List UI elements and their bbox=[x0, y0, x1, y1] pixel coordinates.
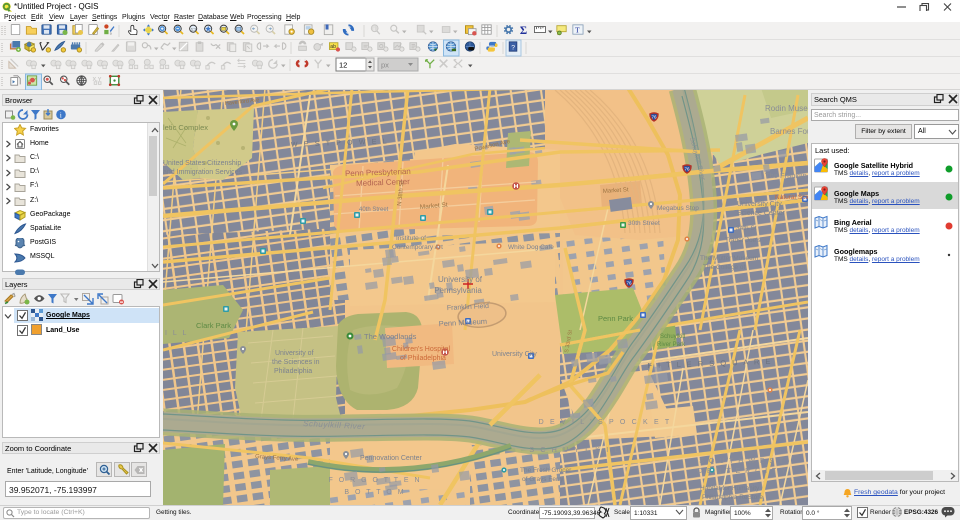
svg-text:Barnes Foundat: Barnes Foundat bbox=[770, 127, 808, 136]
svg-text:i: i bbox=[373, 27, 374, 33]
svg-text:40th Street: 40th Street bbox=[359, 207, 389, 213]
svg-text:76: 76 bbox=[685, 167, 691, 172]
svg-text:Rodin Museum: Rodin Museum bbox=[765, 104, 808, 113]
svg-text:River Park: River Park bbox=[657, 342, 686, 348]
svg-text:T: T bbox=[575, 26, 580, 35]
svg-text:Penn Park: Penn Park bbox=[598, 314, 633, 323]
svg-text:Σ: Σ bbox=[520, 25, 527, 37]
svg-text:University City: University City bbox=[737, 201, 782, 208]
svg-text:1:1: 1:1 bbox=[191, 27, 196, 31]
svg-text:B O T T O M: B O T T O M bbox=[344, 489, 405, 496]
svg-text:Natural Scie: Natural Scie bbox=[775, 194, 808, 201]
svg-text:Habitat for Humanity: Habitat for Humanity bbox=[700, 485, 760, 492]
svg-text:?: ? bbox=[511, 45, 515, 52]
svg-text:the Sciences in: the Sciences in bbox=[272, 359, 320, 366]
svg-text:px: px bbox=[381, 61, 389, 70]
svg-text:Clark Park: Clark Park bbox=[196, 321, 231, 330]
svg-text:Institute of: Institute of bbox=[396, 235, 426, 242]
svg-text:of Grays Ferry: of Grays Ferry bbox=[522, 476, 564, 483]
svg-text:and Immigration Services: and Immigration Services bbox=[163, 169, 242, 176]
svg-text:C E N T E R C I T Y: C E N T E R C I T Y bbox=[697, 468, 787, 475]
svg-text:30th Street: 30th Street bbox=[628, 220, 660, 227]
svg-text:a: a bbox=[110, 32, 112, 36]
svg-text:Contemporary Art: Contemporary Art bbox=[392, 244, 443, 251]
svg-text:34th St: 34th St bbox=[736, 225, 757, 232]
svg-text:S O U T H W E S T: S O U T H W E S T bbox=[699, 458, 784, 465]
svg-text:The Mütter Museum: The Mütter Museum bbox=[700, 255, 758, 262]
svg-text:Trader Joe's: Trader Joe's bbox=[725, 237, 761, 244]
svg-text:Schuylkill: Schuylkill bbox=[660, 334, 685, 340]
svg-text:University of: University of bbox=[275, 350, 314, 357]
svg-text:University of: University of bbox=[438, 275, 483, 284]
svg-text:Pennsylvania: Pennsylvania bbox=[434, 286, 482, 295]
svg-text:S C H U Y L K I L L: S C H U Y L K I L L bbox=[529, 447, 630, 454]
svg-text:i: i bbox=[60, 111, 62, 120]
svg-text:The Franklin Institut: The Franklin Institut bbox=[765, 171, 808, 180]
svg-text:The Fresh Grocer: The Fresh Grocer bbox=[520, 467, 572, 474]
svg-text:United States Citizenship: United States Citizenship bbox=[163, 160, 241, 167]
svg-text:Philadelphia: Philadelphia bbox=[274, 368, 312, 375]
svg-text:I L L: I L L bbox=[165, 330, 188, 337]
svg-text:ab: ab bbox=[330, 44, 336, 50]
svg-text:of Philadelphia: of Philadelphia bbox=[400, 355, 446, 362]
svg-text:Megabus Stop: Megabus Stop bbox=[657, 205, 699, 212]
svg-text:White Dog Cafe: White Dog Cafe bbox=[508, 244, 554, 251]
svg-text:The Woodlands: The Woodlands bbox=[364, 332, 417, 341]
svg-text:Science Center: Science Center bbox=[737, 210, 786, 217]
svg-text:letic Complex: letic Complex bbox=[163, 123, 208, 132]
svg-text:D E V I L ' S P O C K E T: D E V I L ' S P O C K E T bbox=[539, 419, 672, 426]
svg-text:76: 76 bbox=[652, 115, 658, 120]
svg-text:Pennovation Center: Pennovation Center bbox=[360, 455, 423, 462]
svg-text:76: 76 bbox=[627, 281, 633, 286]
svg-text:Children's Hospital: Children's Hospital bbox=[392, 346, 451, 353]
svg-text:University City: University City bbox=[492, 351, 537, 358]
svg-text:F O R G O T T E N: F O R G O T T E N bbox=[329, 477, 422, 484]
svg-text:Philadelphia ReStore: Philadelphia ReStore bbox=[702, 494, 763, 501]
svg-text:The College of: The College of bbox=[703, 264, 745, 271]
svg-text:12: 12 bbox=[339, 61, 347, 70]
